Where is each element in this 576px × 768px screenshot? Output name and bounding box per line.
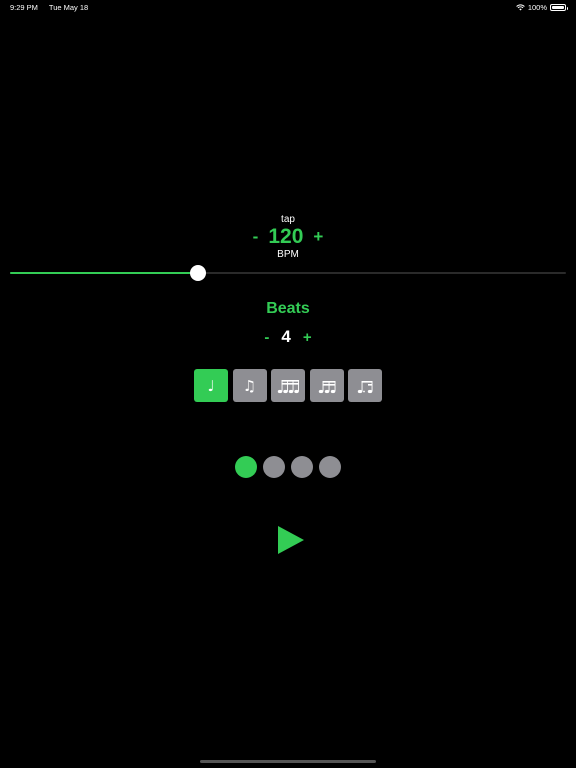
eighth-notes-icon: ♫	[242, 376, 257, 395]
triplet-notes-icon	[318, 380, 335, 393]
battery-icon	[550, 4, 568, 11]
note-button-quarter[interactable]: ♩	[194, 369, 228, 402]
note-button-eighth[interactable]: ♫	[232, 369, 267, 402]
dotted-eighth-sixteenth-icon	[357, 380, 373, 393]
beats-decrement-button[interactable]: -	[264, 329, 269, 346]
status-bar: 9:29 PM Tue May 18 100%	[0, 0, 576, 14]
beats-title: Beats	[266, 300, 310, 317]
bpm-increment-button[interactable]: +	[313, 228, 323, 245]
home-indicator[interactable]	[200, 760, 376, 763]
beat-dot	[291, 456, 313, 478]
bpm-decrement-button[interactable]: -	[253, 228, 259, 245]
play-button[interactable]	[274, 524, 306, 556]
note-button-dotted[interactable]	[348, 369, 382, 402]
beat-dot	[319, 456, 341, 478]
beats-row: - 4 +	[0, 327, 576, 347]
status-left: 9:29 PM Tue May 18	[10, 3, 97, 12]
status-time: 9:29 PM	[10, 3, 38, 12]
tap-tempo-button[interactable]: tap	[0, 214, 576, 225]
note-button-sixteenth[interactable]	[271, 369, 305, 402]
status-date: Tue May 18	[48, 3, 89, 12]
beat-indicator-row	[0, 456, 576, 478]
battery-percent: 100%	[527, 3, 547, 12]
beats-increment-button[interactable]: +	[303, 329, 312, 346]
sixteenth-notes-icon	[277, 379, 299, 393]
status-right: 100%	[516, 3, 568, 12]
bpm-row: - 120 +	[0, 226, 576, 247]
tempo-slider-fill	[10, 272, 198, 274]
bpm-unit-label: BPM	[277, 249, 299, 260]
note-value-selector: ♩ ♫	[0, 369, 576, 402]
tempo-slider-thumb[interactable]	[189, 265, 206, 281]
beats-value: 4	[281, 327, 291, 346]
bpm-value: 120	[268, 225, 304, 248]
quarter-note-icon: ♩	[207, 376, 215, 395]
beat-dot	[235, 456, 257, 478]
wifi-icon	[516, 4, 525, 11]
tempo-slider[interactable]	[10, 265, 566, 281]
note-button-triplet[interactable]	[309, 369, 344, 402]
beat-dot	[263, 456, 285, 478]
play-icon	[278, 526, 304, 554]
